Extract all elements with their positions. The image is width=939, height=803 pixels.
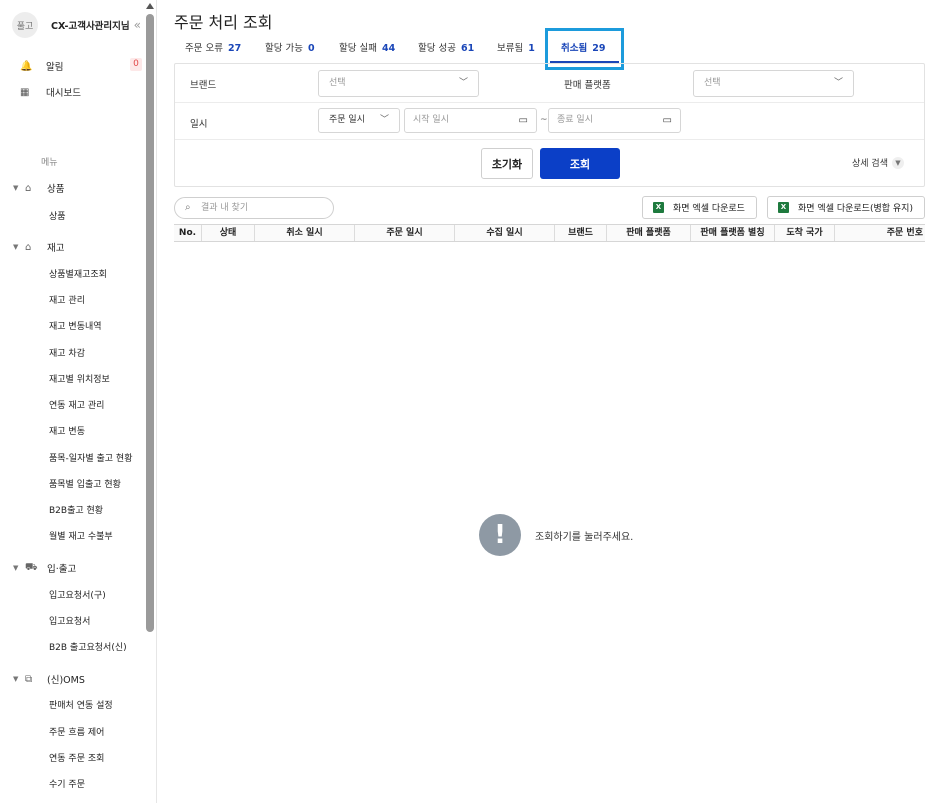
search-icon: ⌕ (185, 202, 191, 213)
filter-row-date: 일시 주문 일시 ﹀ 시작 일시 ▭ ~ 종료 일시 ▭ (175, 103, 924, 140)
calendar-icon[interactable]: ▭ (663, 109, 672, 132)
platform-label: 판매 플랫폼 (564, 80, 611, 91)
page-title: 주문 처리 조회 (174, 13, 273, 32)
column-header-brand[interactable]: 브랜드 (555, 225, 607, 241)
caret-down-icon: ▼ (13, 675, 19, 683)
scroll-up-arrow-icon[interactable] (146, 3, 154, 9)
excel-icon: X (653, 202, 664, 213)
tenant-avatar: 풀고 (12, 12, 38, 38)
column-header-status[interactable]: 상태 (202, 225, 255, 241)
tenant-switcher[interactable]: 풀고 CX-고객사관리지님 « (12, 12, 141, 38)
bag-icon: ⌂ (25, 182, 32, 194)
sidebar-group-oms[interactable]: ▼ ⧉ (신)OMS (13, 672, 85, 687)
empty-state-message: 조회하기를 눌러주세요. (535, 531, 634, 543)
platform-select[interactable]: 선택 ﹀ (693, 70, 854, 97)
sidebar-item-order-flow[interactable]: 주문 흐름 제어 (49, 725, 104, 738)
chevron-down-icon: ▼ (891, 156, 904, 169)
menu-section-header: 메뉴 (41, 158, 58, 168)
excel-icon: X (778, 202, 789, 213)
excel-download-button[interactable]: X 화면 엑셀 다운로드 (642, 196, 757, 219)
brand-select[interactable]: 선택 ﹀ (318, 70, 479, 97)
caret-down-icon: ▼ (13, 564, 19, 572)
brand-label: 브랜드 (190, 80, 217, 91)
sidebar-scrollbar[interactable] (144, 0, 156, 803)
sidebar: 풀고 CX-고객사관리지님 « 🔔 알림 0 ▦ 대시보드 메뉴 ▼ ⌂ 상품 … (0, 0, 157, 803)
sidebar-group-inout[interactable]: ▼ ⛟ 입·출고 (13, 561, 76, 576)
result-search-input[interactable]: ⌕ 결과 내 찾기 (174, 197, 334, 219)
chevron-down-icon: ﹀ (833, 78, 843, 88)
search-button[interactable]: 조회 (540, 148, 620, 179)
calendar-icon[interactable]: ▭ (519, 109, 528, 132)
collapse-sidebar-icon[interactable]: « (134, 18, 141, 32)
table-header: No. 상태 취소 일시 주문 일시 수집 일시 브랜드 판매 플랫폼 판매 플… (174, 224, 925, 242)
scrollbar-thumb[interactable] (146, 14, 154, 632)
oms-icon: ⧉ (25, 673, 33, 685)
date-label: 일시 (190, 119, 208, 130)
column-header-platform[interactable]: 판매 플랫폼 (607, 225, 691, 241)
sidebar-item-monthly-ledger[interactable]: 월별 재고 수불부 (49, 529, 113, 542)
chevron-down-icon: ﹀ (379, 115, 389, 125)
sidebar-item-stock-manage[interactable]: 재고 관리 (49, 293, 85, 306)
sidebar-item-dashboard[interactable]: ▦ 대시보드 (20, 85, 81, 100)
column-header-cancel-date[interactable]: 취소 일시 (255, 225, 355, 241)
caret-down-icon: ▼ (13, 243, 19, 251)
sidebar-item-daily-outbound[interactable]: 품목-일자별 출고 현황 (49, 451, 133, 464)
column-header-country[interactable]: 도착 국가 (775, 225, 835, 241)
sidebar-item-stock-history[interactable]: 재고 변동내역 (49, 319, 102, 332)
start-date-input[interactable]: 시작 일시 ▭ (404, 108, 537, 133)
main-content: 주문 처리 조회 주문 오류 27 할당 가능 0 할당 실패 44 할당 성공 61 … (157, 0, 939, 803)
date-range-separator: ~ (540, 115, 548, 125)
sidebar-item-inbound-request[interactable]: 입고요청서 (49, 614, 90, 627)
column-header-order-number[interactable]: 주문 번호 (835, 225, 925, 241)
sidebar-item-product[interactable]: 상품 (49, 209, 66, 222)
filter-row-brand: 브랜드 선택 ﹀ 판매 플랫폼 선택 ﹀ (175, 64, 924, 103)
sidebar-item-linked-orders[interactable]: 연동 주문 조회 (49, 751, 104, 764)
tab-allocatable[interactable]: 할당 가능 0 (265, 40, 315, 54)
sidebar-item-notice[interactable]: 🔔 알림 (20, 59, 63, 74)
sidebar-item-seller-link[interactable]: 판매처 연동 설정 (49, 698, 113, 711)
filter-panel: 브랜드 선택 ﹀ 판매 플랫폼 선택 ﹀ 일시 주문 일시 ﹀ 시작 일시 ▭ … (174, 63, 925, 187)
sidebar-group-stock[interactable]: ▼ ⌂ 재고 (13, 240, 64, 255)
tenant-name: CX-고객사관리지님 (51, 21, 130, 32)
column-header-no[interactable]: No. (174, 225, 202, 241)
excel-download-merged-button[interactable]: X 화면 엑셀 다운로드(병합 유지) (767, 196, 925, 219)
advanced-search-toggle[interactable]: 상세 검색 ▼ (852, 156, 904, 169)
sidebar-item-stock-change[interactable]: 재고 변동 (49, 424, 85, 437)
reset-button[interactable]: 초기화 (481, 148, 533, 179)
tab-allocation-success[interactable]: 할당 성공 61 (418, 40, 474, 54)
sidebar-group-product[interactable]: ▼ ⌂ 상품 (13, 181, 64, 196)
column-header-order-date[interactable]: 주문 일시 (355, 225, 455, 241)
column-header-platform-alias[interactable]: 판매 플랫폼 별칭 (691, 225, 775, 241)
tab-order-error[interactable]: 주문 오류 27 (185, 40, 241, 54)
tab-allocation-failed[interactable]: 할당 실패 44 (339, 40, 395, 54)
sidebar-item-b2b-outbound-request[interactable]: B2B 출고요청서(신) (49, 640, 127, 653)
sidebar-item-stock-by-product[interactable]: 상품별재고조회 (49, 267, 107, 280)
sidebar-item-inbound-request-old[interactable]: 입고요청서(구) (49, 588, 106, 601)
caret-down-icon: ▼ (13, 184, 19, 192)
truck-icon: ⛟ (25, 561, 38, 573)
chevron-down-icon: ﹀ (458, 78, 468, 88)
empty-state: ! 조회하기를 눌러주세요. (479, 514, 633, 556)
sidebar-item-b2b-outbound[interactable]: B2B출고 현황 (49, 503, 103, 516)
bell-icon: 🔔 (20, 60, 33, 72)
dashboard-icon: ▦ (20, 86, 30, 98)
date-type-select[interactable]: 주문 일시 ﹀ (318, 108, 400, 133)
sidebar-item-linked-stock[interactable]: 연동 재고 관리 (49, 398, 104, 411)
sidebar-item-stock-location[interactable]: 재고별 위치정보 (49, 372, 110, 385)
sidebar-item-stock-deduct[interactable]: 재고 차감 (49, 346, 85, 359)
notice-count-badge: 0 (130, 58, 142, 71)
tab-on-hold[interactable]: 보류됨 1 (497, 40, 535, 54)
end-date-input[interactable]: 종료 일시 ▭ (548, 108, 681, 133)
warehouse-icon: ⌂ (25, 241, 32, 253)
sidebar-item-inout-status[interactable]: 품목별 입출고 현황 (49, 477, 121, 490)
sidebar-item-manual-order[interactable]: 수기 주문 (49, 777, 85, 790)
column-header-collect-date[interactable]: 수집 일시 (455, 225, 555, 241)
exclamation-icon: ! (479, 514, 521, 556)
